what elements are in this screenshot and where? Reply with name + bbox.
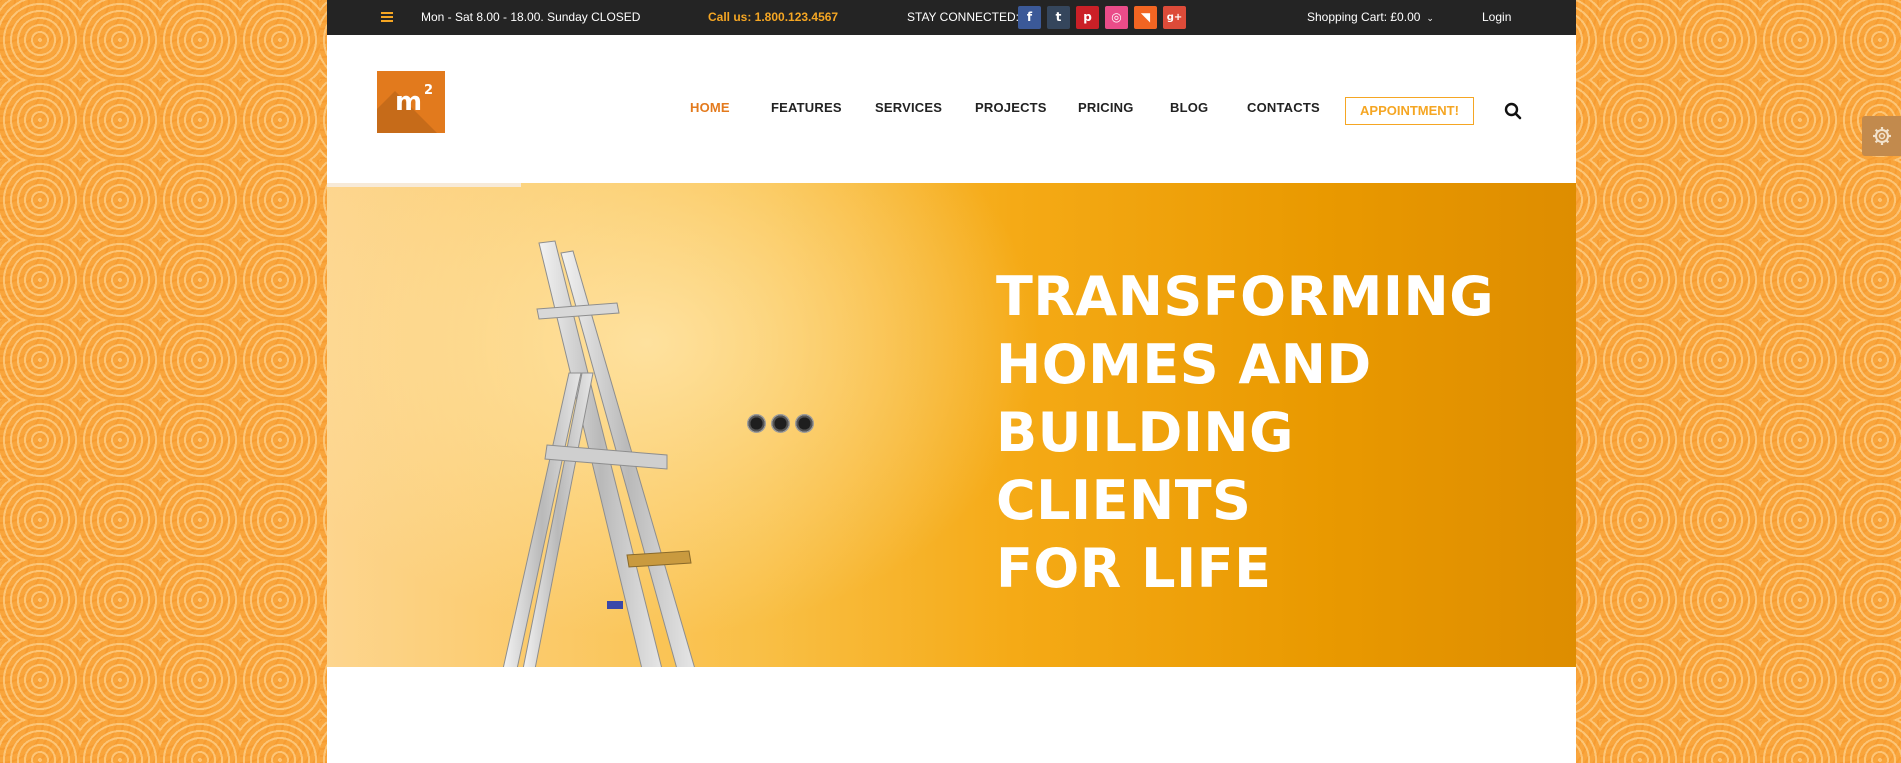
page-container: Mon - Sat 8.00 - 18.00. Sunday CLOSED Ca… (327, 0, 1576, 763)
site-header: m 2 HOME FEATURES SERVICES PROJECTS PRIC… (327, 35, 1576, 183)
headline-line: TRANSFORMING (996, 265, 1495, 328)
phone-number[interactable]: Call us: 1.800.123.4567 (708, 0, 838, 35)
social-links: f t p ◎ ◥ g+ (1018, 0, 1186, 35)
headline-line: BUILDING CLIENTS (996, 401, 1294, 532)
dribbble-icon[interactable]: ◎ (1105, 6, 1128, 29)
login-link[interactable]: Login (1482, 0, 1511, 35)
search-icon[interactable] (1504, 102, 1522, 120)
site-logo[interactable]: m 2 (377, 71, 445, 133)
nav-projects[interactable]: PROJECTS (975, 98, 1047, 118)
menu-icon[interactable] (381, 0, 395, 35)
appointment-button[interactable]: APPOINTMENT! (1345, 97, 1474, 125)
facebook-icon[interactable]: f (1018, 6, 1041, 29)
outlet (747, 414, 766, 433)
nav-contacts[interactable]: CONTACTS (1247, 98, 1320, 118)
hero-slider: TRANSFORMING HOMES AND BUILDING CLIENTS … (327, 183, 1576, 667)
nav-features[interactable]: FEATURES (771, 98, 842, 118)
nav-pricing[interactable]: PRICING (1078, 98, 1134, 118)
settings-gear-button[interactable] (1862, 116, 1901, 156)
hero-top-strip (327, 183, 521, 187)
gear-icon (1872, 127, 1891, 145)
shopping-cart[interactable]: Shopping Cart: £0.00 ⌄ (1307, 0, 1434, 35)
top-bar: Mon - Sat 8.00 - 18.00. Sunday CLOSED Ca… (327, 0, 1576, 35)
logo-superscript: 2 (424, 83, 434, 98)
headline-line: FOR LIFE (996, 537, 1272, 600)
nav-home[interactable]: HOME (690, 98, 730, 118)
outlet (771, 414, 790, 433)
chevron-down-icon: ⌄ (1426, 14, 1434, 24)
nav-blog[interactable]: BLOG (1170, 98, 1208, 118)
headline-line: HOMES AND (996, 333, 1372, 396)
outlet (795, 414, 814, 433)
nav-services[interactable]: SERVICES (875, 98, 942, 118)
logo-letter: m (395, 87, 423, 117)
stay-connected-label: STAY CONNECTED: (907, 10, 1020, 24)
ladder-image (502, 240, 695, 667)
pinterest-icon[interactable]: p (1076, 6, 1099, 29)
rss-icon[interactable]: ◥ (1134, 6, 1157, 29)
tumblr-icon[interactable]: t (1047, 6, 1070, 29)
wall-outlets (747, 414, 814, 433)
hero-headline: TRANSFORMING HOMES AND BUILDING CLIENTS … (996, 263, 1536, 603)
opening-hours: Mon - Sat 8.00 - 18.00. Sunday CLOSED (421, 10, 641, 24)
shopping-cart-label: Shopping Cart: £0.00 (1307, 10, 1421, 24)
google-plus-icon[interactable]: g+ (1163, 6, 1186, 29)
